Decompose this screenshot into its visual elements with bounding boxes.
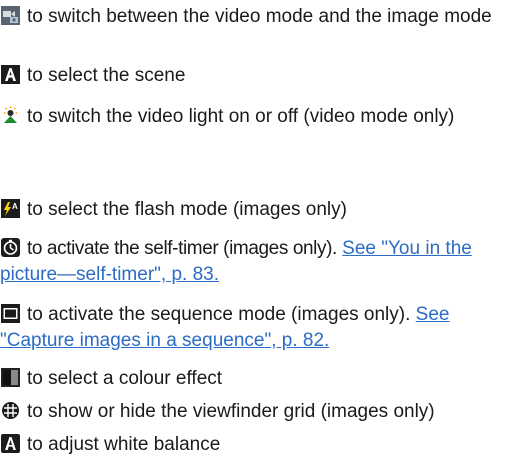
list-item-text: to select the scene <box>27 65 186 86</box>
video-light-icon <box>1 106 20 125</box>
self-timer-icon <box>1 238 20 257</box>
sequence-mode-icon <box>1 304 20 323</box>
viewfinder-grid-icon <box>1 401 20 420</box>
video-image-mode-icon <box>1 6 20 25</box>
svg-text:A: A <box>12 202 18 211</box>
list-item-scene: to select the scene <box>0 63 515 89</box>
flash-mode-icon: A <box>1 199 20 218</box>
colour-effect-icon <box>1 368 20 387</box>
list-item-text: to switch between the video mode and the… <box>27 6 492 27</box>
white-balance-icon <box>1 434 20 453</box>
list-item-video-light: to switch the video light on or off (vid… <box>0 104 515 130</box>
list-item-text: to adjust white balance <box>27 434 221 455</box>
list-item-colour-effect: to select a colour effect <box>0 366 515 392</box>
list-item-white-balance: to adjust white balance <box>0 432 515 458</box>
list-item-self-timer: to activate the self-timer (images only)… <box>0 236 515 288</box>
scene-icon <box>1 65 20 84</box>
list-item-flash-mode: A to select the flash mode (images only) <box>0 197 515 223</box>
list-item-text: to show or hide the viewfinder grid (ima… <box>27 401 435 422</box>
list-item-video-image-mode: to switch between the video mode and the… <box>0 4 515 30</box>
list-item-sequence-mode: to activate the sequence mode (images on… <box>0 302 515 354</box>
list-item-text: to activate the self-timer (images only)… <box>27 238 337 259</box>
list-item-text: to select the flash mode (images only) <box>27 199 347 220</box>
list-item-text: to switch the video light on or off (vid… <box>27 106 455 127</box>
list-item-viewfinder-grid: to show or hide the viewfinder grid (ima… <box>0 399 515 425</box>
list-item-text: to select a colour effect <box>27 368 223 389</box>
list-item-text: to activate the sequence mode (images on… <box>27 304 411 325</box>
